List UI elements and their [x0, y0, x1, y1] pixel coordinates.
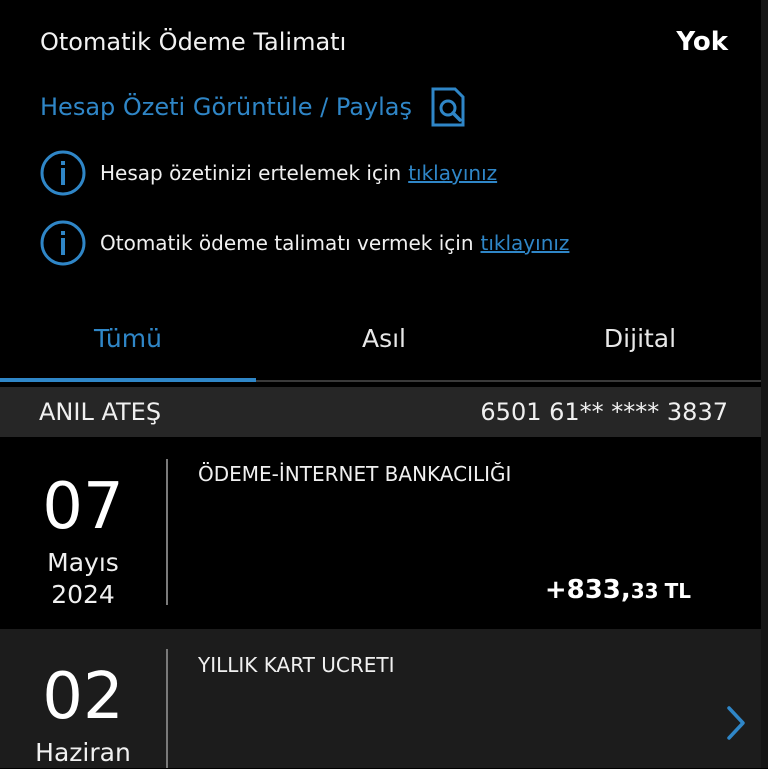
transaction-year: 2024: [51, 580, 115, 609]
auto-payment-order-text: Otomatik ödeme talimatı vermek için: [100, 231, 474, 255]
right-edge-strip: [761, 0, 768, 768]
date-divider: [166, 649, 168, 768]
transaction-description: ÖDEME-İNTERNET BANKACILIĞI: [198, 462, 512, 486]
amount-currency: TL: [664, 579, 691, 603]
transaction-row[interactable]: 02 Haziran YILLIK KART UCRETI: [0, 629, 761, 768]
defer-statement-text: Hesap özetinizi ertelemek için: [100, 161, 402, 185]
defer-statement-link[interactable]: tıklayınız: [408, 161, 497, 185]
tab-all[interactable]: Tümü: [0, 300, 256, 376]
transaction-day: 02: [42, 660, 124, 734]
card-holder-name: ANIL ATEŞ: [39, 398, 162, 426]
card-number: 6501 61** **** 3837: [480, 398, 728, 426]
card-header: ANIL ATEŞ 6501 61** **** 3837: [0, 387, 761, 437]
transaction-date: 07 Mayıs 2024: [0, 475, 166, 611]
view-share-statement-link[interactable]: Hesap Özeti Görüntüle / Paylaş: [40, 86, 468, 128]
document-search-icon[interactable]: [430, 87, 468, 127]
transaction-amount: +833,33 TL: [545, 575, 691, 605]
auto-payment-row: Otomatik Ödeme Talimatı Yok: [40, 24, 728, 60]
auto-payment-order-link[interactable]: tıklayınız: [481, 231, 570, 255]
auto-payment-order-row: Otomatik ödeme talimatı vermek için tıkl…: [40, 220, 569, 266]
amount-integer: +833,: [544, 575, 631, 605]
amount-decimal: 33: [630, 579, 659, 603]
transaction-day: 07: [42, 470, 124, 544]
transaction-month: Mayıs: [47, 548, 119, 577]
active-tab-indicator: [0, 378, 256, 382]
info-icon: [40, 150, 86, 196]
tab-digital[interactable]: Dijital: [512, 300, 768, 376]
auto-payment-label: Otomatik Ödeme Talimatı: [40, 28, 347, 56]
defer-statement-row: Hesap özetinizi ertelemek için tıklayını…: [40, 150, 497, 196]
view-share-statement-label: Hesap Özeti Görüntüle / Paylaş: [40, 93, 412, 121]
date-divider: [166, 459, 168, 605]
transaction-description: YILLIK KART UCRETI: [198, 653, 395, 677]
info-icon: [40, 220, 86, 266]
transaction-month: Haziran: [35, 738, 131, 767]
auto-payment-value: Yok: [676, 27, 728, 57]
tab-main[interactable]: Asıl: [256, 300, 512, 376]
chevron-right-icon[interactable]: [723, 705, 749, 741]
transaction-tabs: Tümü Asıl Dijital: [0, 300, 761, 382]
transaction-row[interactable]: 07 Mayıs 2024 ÖDEME-İNTERNET BANKACILIĞI…: [0, 437, 761, 629]
transaction-date: 02 Haziran: [0, 665, 166, 769]
